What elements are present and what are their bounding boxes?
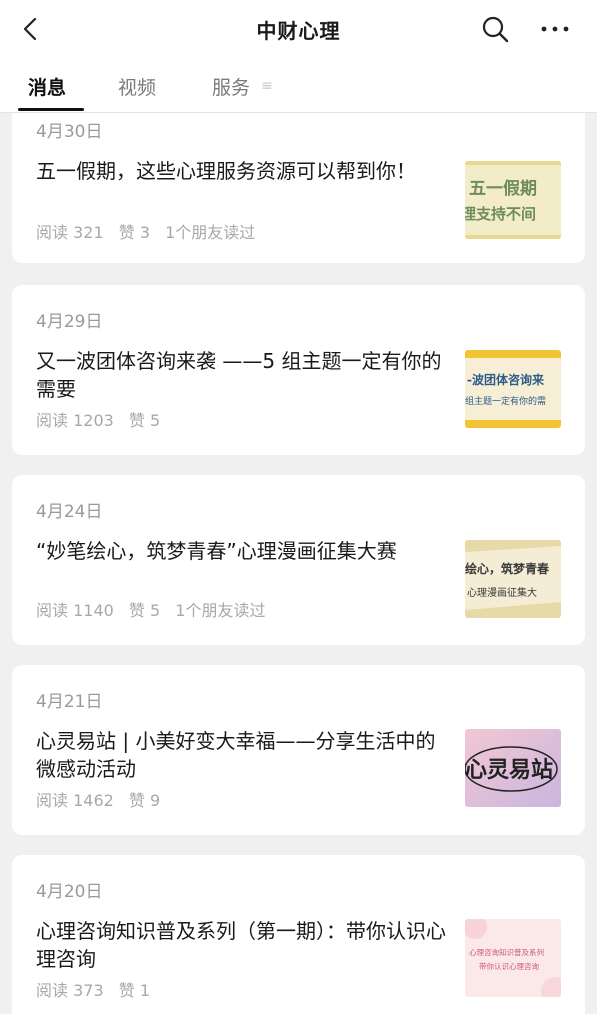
read-count: 阅读 321 (36, 223, 104, 242)
article-card[interactable]: 4月29日 又一波团体咨询来袭 ——5 组主题一定有你的需要 阅读 1203 赞… (12, 285, 585, 455)
article-date: 4月24日 (36, 502, 103, 522)
more-horizontal-icon[interactable] (538, 14, 572, 44)
thumbnail-text: 组主题一定有你的需 (465, 395, 546, 407)
article-thumbnail[interactable]: 心灵易站 (465, 729, 561, 807)
service-menu-icon[interactable]: ≡ (261, 78, 273, 94)
thumbnail-text: 心理漫画征集大 (467, 586, 537, 599)
like-count: 赞 5 (128, 411, 161, 430)
like-count: 赞 9 (128, 791, 161, 810)
article-card[interactable]: 4月24日 “妙笔绘心，筑梦青春”心理漫画征集大赛 阅读 1140 赞 5 1个… (12, 475, 585, 645)
article-date: 4月30日 (36, 122, 103, 142)
thumbnail-text: 理支持不间 (465, 205, 536, 223)
article-thumbnail[interactable]: 绘心，筑梦青春 心理漫画征集大 (465, 540, 561, 618)
article-meta: 阅读 1462 赞 9 (36, 787, 170, 811)
like-count: 赞 5 (128, 601, 161, 620)
tab-videos[interactable]: 视频 (118, 73, 156, 100)
thumbnail-text: -波团体咨询来 (467, 372, 545, 387)
article-thumbnail[interactable]: 五一假期 理支持不间 (465, 161, 561, 239)
article-thumbnail[interactable]: 心理咨询知识普及系列 带你认识心理咨询 (465, 919, 561, 997)
read-count: 阅读 373 (36, 981, 104, 1000)
article-thumbnail[interactable]: -波团体咨询来 组主题一定有你的需 (465, 350, 561, 428)
article-card[interactable]: 4月30日 五一假期，这些心理服务资源可以帮到你！ 阅读 321 赞 3 1个朋… (12, 113, 585, 263)
tab-messages[interactable]: 消息 (28, 73, 66, 100)
article-title[interactable]: 五一假期，这些心理服务资源可以帮到你！ (36, 157, 446, 185)
thumbnail-text: 心理咨询知识普及系列 (469, 947, 544, 957)
tab-bar: 消息 视频 服务 (0, 64, 597, 112)
article-date: 4月29日 (36, 312, 103, 332)
read-count: 阅读 1203 (36, 411, 114, 430)
search-icon[interactable] (480, 14, 510, 44)
read-count: 阅读 1140 (36, 601, 114, 620)
article-meta: 阅读 373 赞 1 (36, 977, 160, 1001)
top-bar: 中财心理 消息 视频 服务 ≡ (0, 0, 597, 113)
article-title[interactable]: “妙笔绘心，筑梦青春”心理漫画征集大赛 (36, 537, 446, 565)
article-date: 4月21日 (36, 692, 103, 712)
like-count: 赞 1 (118, 981, 151, 1000)
article-title[interactable]: 心灵易站 | 小美好变大幸福——分享生活中的微感动活动 (36, 727, 446, 783)
article-card[interactable]: 4月21日 心灵易站 | 小美好变大幸福——分享生活中的微感动活动 阅读 146… (12, 665, 585, 835)
article-date: 4月20日 (36, 882, 103, 902)
thumbnail-text: 心灵易站 (465, 757, 553, 783)
article-card[interactable]: 4月20日 心理咨询知识普及系列（第一期）：带你认识心理咨询 阅读 373 赞 … (12, 855, 585, 1014)
article-meta: 阅读 1203 赞 5 (36, 407, 170, 431)
active-tab-indicator (18, 108, 84, 111)
read-count: 阅读 1462 (36, 791, 114, 810)
article-title[interactable]: 又一波团体咨询来袭 ——5 组主题一定有你的需要 (36, 347, 446, 403)
thumbnail-text: 五一假期 (469, 178, 537, 199)
article-meta: 阅读 321 赞 3 1个朋友读过 (36, 219, 265, 243)
tab-services[interactable]: 服务 (212, 73, 250, 100)
article-title[interactable]: 心理咨询知识普及系列（第一期）：带你认识心理咨询 (36, 917, 446, 973)
thumbnail-text: 带你认识心理咨询 (479, 961, 539, 971)
friends-read: 1个朋友读过 (175, 601, 266, 620)
friends-read: 1个朋友读过 (165, 223, 256, 242)
thumbnail-text: 绘心，筑梦青春 (465, 561, 550, 576)
like-count: 赞 3 (118, 223, 151, 242)
article-feed[interactable]: 4月30日 五一假期，这些心理服务资源可以帮到你！ 阅读 321 赞 3 1个朋… (0, 113, 597, 1014)
article-meta: 阅读 1140 赞 5 1个朋友读过 (36, 597, 275, 621)
